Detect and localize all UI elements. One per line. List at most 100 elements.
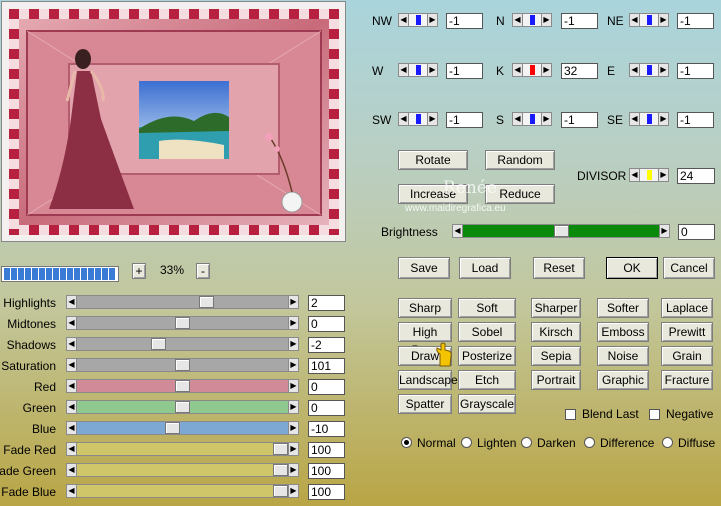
highlights-thumb[interactable] [199,296,214,308]
shadows-slider[interactable]: ◀ ▶ [66,337,299,351]
arrow-left-icon[interactable]: ◀ [66,337,77,351]
filter-grain-button[interactable]: Grain [661,346,713,366]
brightness-slider[interactable]: ◀ ▶ [452,224,670,238]
blue-field[interactable]: -10 [308,421,345,437]
random-button[interactable]: Random [485,150,555,170]
arrow-right-icon[interactable]: ▶ [541,13,552,27]
stepper-sw[interactable]: ◀ ▶ [398,112,438,126]
arrow-right-icon[interactable]: ▶ [659,224,670,238]
field-w[interactable]: -1 [446,63,483,79]
negative-checkbox[interactable] [649,409,660,420]
arrow-left-icon[interactable]: ◀ [398,112,409,126]
stepper-e[interactable]: ◀ ▶ [629,63,669,77]
blend-normal-radio[interactable] [401,437,412,448]
filter-sobel-button[interactable]: Sobel [458,322,516,342]
stepper-ne[interactable]: ◀ ▶ [629,13,669,27]
green-field[interactable]: 0 [308,400,345,416]
blend-diffuse-radio[interactable] [662,437,673,448]
arrow-left-icon[interactable]: ◀ [629,168,640,182]
arrow-right-icon[interactable]: ▶ [288,421,299,435]
blue-slider[interactable]: ◀ ▶ [66,421,299,435]
arrow-right-icon[interactable]: ▶ [288,316,299,330]
field-nw[interactable]: -1 [446,13,483,29]
filter-etch-button[interactable]: Etch [458,370,516,390]
fade-red-thumb[interactable] [273,443,288,455]
arrow-left-icon[interactable]: ◀ [512,13,523,27]
filter-grayscale-button[interactable]: Grayscale [458,394,516,414]
rotate-button[interactable]: Rotate [398,150,468,170]
shadows-thumb[interactable] [151,338,166,350]
arrow-left-icon[interactable]: ◀ [66,295,77,309]
midtones-thumb[interactable] [175,317,190,329]
arrow-right-icon[interactable]: ▶ [658,168,669,182]
arrow-right-icon[interactable]: ▶ [288,400,299,414]
filter-graphic-button[interactable]: Graphic [597,370,649,390]
filter-kirsch-button[interactable]: Kirsch [531,322,581,342]
blend-difference-radio[interactable] [584,437,595,448]
divisor-field[interactable]: 24 [677,168,715,184]
stepper-s[interactable]: ◀ ▶ [512,112,552,126]
midtones-slider[interactable]: ◀ ▶ [66,316,299,330]
arrow-right-icon[interactable]: ▶ [288,484,299,498]
field-sw[interactable]: -1 [446,112,483,128]
filter-emboss-button[interactable]: Emboss [597,322,649,342]
filter-fracture-button[interactable]: Fracture [661,370,713,390]
saturation-field[interactable]: 101 [308,358,345,374]
fade-blue-slider[interactable]: ◀ ▶ [66,484,299,498]
filter-landscape-button[interactable]: Landscape [398,370,458,390]
stepper-w[interactable]: ◀ ▶ [398,63,438,77]
filter-prewitt-button[interactable]: Prewitt [661,322,713,342]
arrow-left-icon[interactable]: ◀ [398,13,409,27]
arrow-right-icon[interactable]: ▶ [288,463,299,477]
blue-thumb[interactable] [165,422,180,434]
arrow-right-icon[interactable]: ▶ [427,63,438,77]
blend-darken-radio[interactable] [521,437,532,448]
arrow-right-icon[interactable]: ▶ [288,358,299,372]
brightness-field[interactable]: 0 [678,224,715,240]
arrow-left-icon[interactable]: ◀ [66,463,77,477]
arrow-right-icon[interactable]: ▶ [541,63,552,77]
arrow-left-icon[interactable]: ◀ [66,442,77,456]
zoom-out-button[interactable]: - [196,263,210,279]
field-e[interactable]: -1 [677,63,714,79]
arrow-left-icon[interactable]: ◀ [398,63,409,77]
green-slider[interactable]: ◀ ▶ [66,400,299,414]
filter-noise-button[interactable]: Noise [597,346,649,366]
filter-sepia-button[interactable]: Sepia [531,346,581,366]
filter-sharp-button[interactable]: Sharp [398,298,452,318]
arrow-left-icon[interactable]: ◀ [66,400,77,414]
fade-red-slider[interactable]: ◀ ▶ [66,442,299,456]
ok-button[interactable]: OK [606,257,658,279]
arrow-left-icon[interactable]: ◀ [66,421,77,435]
arrow-left-icon[interactable]: ◀ [629,63,640,77]
arrow-right-icon[interactable]: ▶ [427,13,438,27]
filter-high-pass-button[interactable]: High Pass [398,322,452,357]
arrow-left-icon[interactable]: ◀ [66,379,77,393]
fade-green-thumb[interactable] [273,464,288,476]
stepper-n[interactable]: ◀ ▶ [512,13,552,27]
red-slider[interactable]: ◀ ▶ [66,379,299,393]
filter-spatter-button[interactable]: Spatter [398,394,452,414]
field-n[interactable]: -1 [561,13,598,29]
arrow-left-icon[interactable]: ◀ [66,358,77,372]
red-thumb[interactable] [175,380,190,392]
filter-portrait-button[interactable]: Portrait [531,370,581,390]
arrow-right-icon[interactable]: ▶ [288,442,299,456]
blend-lighten-radio[interactable] [461,437,472,448]
stepper-k[interactable]: ◀ ▶ [512,63,552,77]
saturation-slider[interactable]: ◀ ▶ [66,358,299,372]
brightness-thumb[interactable] [554,225,569,237]
arrow-left-icon[interactable]: ◀ [452,224,463,238]
filter-soft-button[interactable]: Soft [458,298,516,318]
fade-green-slider[interactable]: ◀ ▶ [66,463,299,477]
arrow-right-icon[interactable]: ▶ [658,13,669,27]
field-k[interactable]: 32 [561,63,598,79]
highlights-slider[interactable]: ◀ ▶ [66,295,299,309]
arrow-right-icon[interactable]: ▶ [541,112,552,126]
arrow-left-icon[interactable]: ◀ [629,13,640,27]
arrow-left-icon[interactable]: ◀ [512,112,523,126]
fade-red-field[interactable]: 100 [308,442,345,458]
field-ne[interactable]: -1 [677,13,714,29]
arrow-right-icon[interactable]: ▶ [288,337,299,351]
blend-last-checkbox[interactable] [565,409,576,420]
